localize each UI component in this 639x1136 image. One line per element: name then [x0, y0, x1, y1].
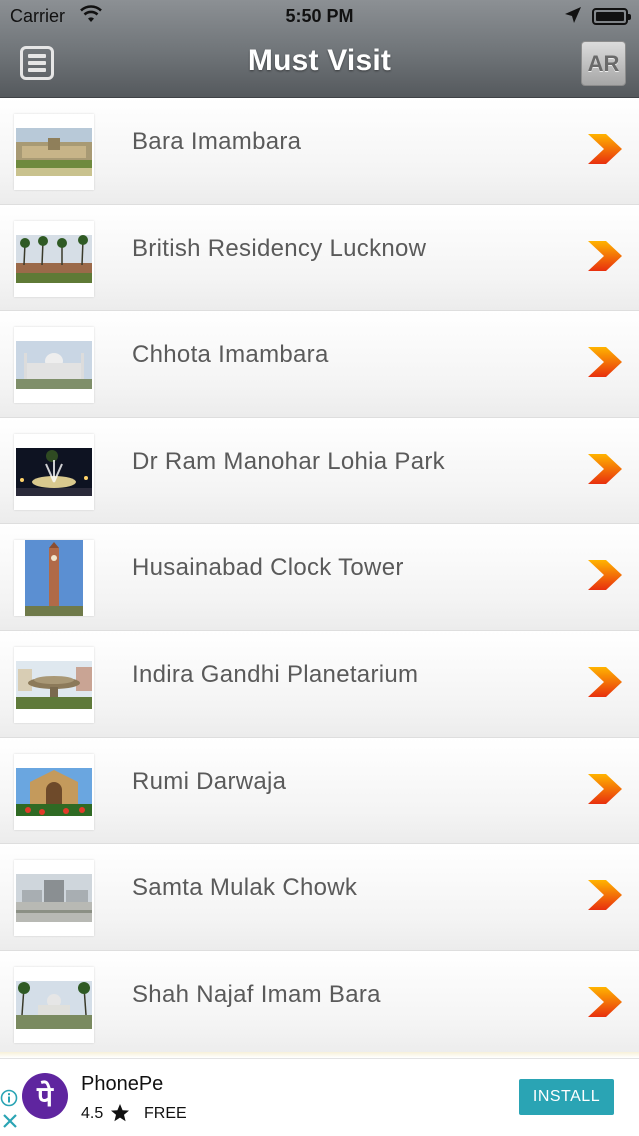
list-item[interactable]: Samta Mulak Chowk: [0, 844, 639, 951]
place-name: Rumi Darwaja: [132, 767, 287, 795]
place-thumbnail: [14, 540, 94, 617]
list-item[interactable]: Indira Gandhi Planetarium: [0, 630, 639, 738]
ad-price: FREE: [144, 1105, 187, 1122]
list-item[interactable]: Shah Najaf Imam Bara: [0, 950, 639, 1058]
shah-najaf-photo: [16, 980, 92, 1029]
ad-close-icon[interactable]: [2, 1113, 18, 1129]
list-item[interactable]: Dr Ram Manohar Lohia Park: [0, 417, 639, 525]
chhota-imambara-photo: [16, 341, 92, 390]
lohia-park-photo: [16, 447, 92, 496]
chevron-right-icon[interactable]: [586, 665, 624, 699]
chevron-right-icon[interactable]: [586, 985, 624, 1019]
page-title: Must Visit: [247, 44, 392, 77]
rumi-darwaja-photo: [16, 767, 92, 816]
place-name: Dr Ram Manohar Lohia Park: [132, 447, 445, 475]
clock-tower-photo: [25, 540, 83, 617]
list-item[interactable]: Husainabad Clock Tower: [0, 524, 639, 631]
status-time: 5:50 PM: [285, 6, 354, 26]
chevron-right-icon[interactable]: [586, 772, 624, 806]
place-thumbnail: [14, 860, 94, 937]
install-button[interactable]: INSTALL: [519, 1079, 614, 1115]
location-arrow-icon: [565, 7, 581, 23]
british-residency-photo: [16, 234, 92, 283]
place-thumbnail: [14, 646, 94, 723]
place-thumbnail: [14, 966, 94, 1043]
list-item[interactable]: British Residency Lucknow: [0, 204, 639, 312]
place-name: Chhota Imambara: [132, 341, 329, 369]
place-thumbnail: [14, 327, 94, 404]
chevron-right-icon[interactable]: [586, 345, 624, 379]
list-item[interactable]: Bara Imambara: [0, 98, 639, 205]
place-thumbnail: [14, 114, 94, 190]
place-name: Indira Gandhi Planetarium: [132, 660, 419, 688]
samta-mulak-chowk-photo: [16, 874, 92, 923]
ad-rating: 4.5: [81, 1105, 104, 1122]
chevron-right-icon[interactable]: [586, 239, 624, 273]
star-icon: [111, 1104, 129, 1122]
bara-imambara-photo: [16, 128, 92, 176]
ad-banner[interactable]: पे PhonePe 4.5 FREE INSTALL: [0, 1058, 639, 1136]
place-thumbnail: [14, 753, 94, 830]
place-name: Shah Najaf Imam Bara: [132, 980, 381, 1008]
chevron-right-icon[interactable]: [586, 558, 624, 592]
place-name: British Residency Lucknow: [132, 234, 427, 262]
place-thumbnail: [14, 220, 94, 297]
place-name: Samta Mulak Chowk: [132, 874, 358, 902]
must-visit-screen: Carrier 5:50 PM Must Visit AR Bara Imamb…: [0, 0, 639, 1136]
battery-icon: [592, 8, 631, 25]
chevron-right-icon[interactable]: [586, 132, 624, 166]
status-bar: Carrier 5:50 PM: [0, 0, 639, 34]
places-list: Bara Imambara British Residency Lucknow: [0, 98, 639, 1058]
ad-app-name: PhonePe: [81, 1073, 164, 1095]
chevron-right-icon[interactable]: [586, 452, 624, 486]
phonepe-logo[interactable]: पे: [22, 1073, 68, 1119]
list-item[interactable]: Chhota Imambara: [0, 311, 639, 418]
list-item[interactable]: Rumi Darwaja: [0, 737, 639, 845]
place-name: Bara Imambara: [132, 128, 302, 155]
ad-info-icon[interactable]: [0, 1089, 18, 1107]
navigation-bar: Carrier 5:50 PM Must Visit AR: [0, 0, 639, 98]
ar-button[interactable]: AR: [581, 41, 626, 86]
place-thumbnail: [14, 433, 94, 510]
chevron-right-icon[interactable]: [586, 878, 624, 912]
planetarium-photo: [16, 660, 92, 709]
place-name: Husainabad Clock Tower: [132, 554, 404, 582]
